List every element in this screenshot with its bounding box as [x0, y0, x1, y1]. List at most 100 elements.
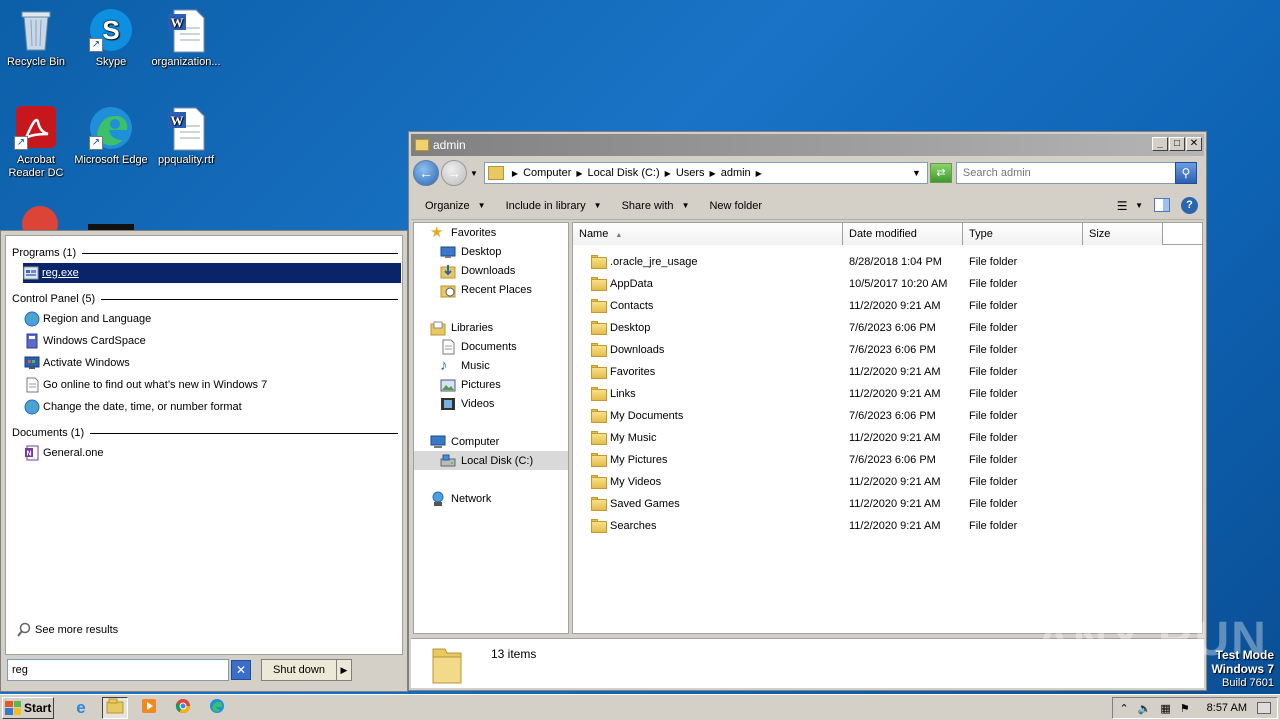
folder-icon — [415, 139, 429, 151]
table-row[interactable]: My Documents 7/6/2023 6:06 PM File folder — [573, 405, 1202, 427]
table-row[interactable]: Links 11/2/2020 9:21 AM File folder — [573, 383, 1202, 405]
show-desktop-button[interactable] — [1257, 702, 1271, 714]
start-button[interactable]: Start — [2, 696, 54, 719]
start-search-input[interactable] — [7, 659, 229, 681]
table-row[interactable]: Contacts 11/2/2020 9:21 AM File folder — [573, 295, 1202, 317]
result-item-cardspace[interactable]: Windows CardSpace — [24, 331, 402, 351]
section-header-label: Programs (1) — [12, 247, 77, 259]
column-header-name[interactable]: Name ▲ — [573, 223, 843, 245]
title-bar[interactable]: admin _ □ ✕ — [411, 134, 1204, 156]
column-header-type[interactable]: Type — [963, 223, 1083, 245]
desktop-icon-label: Skype — [95, 56, 127, 68]
nav-computer[interactable]: Computer — [430, 432, 499, 451]
back-button[interactable]: ← — [413, 160, 439, 186]
table-row[interactable]: Saved Games 11/2/2020 9:21 AM File folder — [573, 493, 1202, 515]
change-view-icon[interactable]: ☰ — [1113, 198, 1131, 214]
file-name-cell: My Videos — [573, 475, 843, 489]
column-header-size[interactable]: Size — [1083, 223, 1163, 245]
table-row[interactable]: .oracle_jre_usage 8/28/2018 1:04 PM File f… — [573, 251, 1202, 273]
nav-libraries[interactable]: Libraries — [430, 318, 493, 337]
clock[interactable]: 8:57 AM — [1207, 702, 1247, 714]
see-more-results-link[interactable]: See more results — [16, 622, 118, 638]
file-name: Downloads — [610, 344, 665, 356]
file-type: File folder — [969, 256, 1018, 268]
share-with-menu[interactable]: Share with ▼ — [616, 200, 696, 212]
result-item-whats-new[interactable]: Go online to find out what’s new in Wind… — [24, 375, 402, 395]
search-input[interactable] — [955, 162, 1176, 184]
nav-recent-places[interactable]: Recent Places — [440, 280, 532, 299]
chevron-down-icon[interactable]: ▼ — [912, 168, 921, 178]
desktop-icon-ppquality[interactable]: W ppquality.rtf — [148, 104, 224, 167]
breadcrumb-local-disk[interactable]: ▶ Local Disk (C:) — [576, 167, 659, 179]
breadcrumb-computer[interactable]: ▶ Computer — [512, 167, 571, 179]
table-row[interactable]: My Pictures 7/6/2023 6:06 PM File folder — [573, 449, 1202, 471]
desktop-icon-skype[interactable]: S ↗ Skype — [73, 6, 149, 69]
taskbar-internet-explorer[interactable]: e — [68, 697, 94, 719]
clear-search-button[interactable]: ✕ — [231, 660, 251, 680]
result-item-reg-exe[interactable]: reg.exe — [23, 263, 401, 283]
help-icon[interactable]: ? — [1181, 197, 1198, 214]
action-center-flag-icon[interactable]: ⚑ — [1180, 702, 1190, 715]
refresh-button[interactable]: ⇄ — [929, 163, 952, 183]
desktop-icon-edge[interactable]: ↗ Microsoft Edge — [73, 104, 149, 167]
forward-button[interactable]: → — [441, 160, 467, 186]
close-button[interactable]: ✕ — [1186, 137, 1202, 151]
nav-videos[interactable]: Videos — [440, 394, 494, 413]
column-header-date[interactable]: Date modified — [843, 223, 963, 245]
address-bar[interactable]: ▶ Computer ▶ Local Disk (C:) ▶ Users ▶ admin… — [483, 162, 928, 184]
taskbar-media-player[interactable] — [136, 697, 162, 719]
organize-menu[interactable]: Organize ▼ — [419, 200, 492, 212]
recent-pages-dropdown-icon[interactable]: ▼ — [470, 169, 478, 178]
chevron-down-icon: ▼ — [477, 201, 486, 210]
show-hidden-icons-chevron-icon[interactable]: ⌃ — [1119, 702, 1128, 715]
maximize-button[interactable]: □ — [1169, 137, 1185, 151]
table-row[interactable]: Desktop 7/6/2023 6:06 PM File folder — [573, 317, 1202, 339]
table-row[interactable]: My Music 11/2/2020 9:21 AM File folder — [573, 427, 1202, 449]
taskbar: Start e ⌃ 🔈 ▦ ⚑ 8:57 AM — [0, 694, 1280, 720]
file-name: My Videos — [610, 476, 662, 488]
preview-pane-icon[interactable] — [1153, 197, 1171, 214]
taskbar-chrome[interactable] — [170, 697, 196, 719]
minimize-button[interactable]: _ — [1152, 137, 1168, 151]
volume-icon[interactable]: 🔈 — [1138, 702, 1152, 715]
nav-favorites[interactable]: ★ Favorites — [430, 223, 496, 242]
result-item-change-date-format[interactable]: Change the date, time, or number format — [24, 397, 402, 417]
nav-pictures[interactable]: Pictures — [440, 375, 501, 394]
shutdown-options-arrow-icon[interactable]: ▶ — [337, 660, 351, 680]
edge-icon — [209, 698, 225, 717]
breadcrumb-users[interactable]: ▶ Users — [665, 167, 705, 179]
table-row[interactable]: AppData 10/5/2017 10:20 AM File folder — [573, 273, 1202, 295]
desktop-icon-recycle-bin[interactable]: Recycle Bin — [0, 6, 74, 69]
activate-windows-icon — [24, 355, 40, 371]
magnifier-icon — [16, 622, 32, 638]
result-item-activate-windows[interactable]: Activate Windows — [24, 353, 402, 373]
nav-desktop[interactable]: Desktop — [440, 242, 501, 261]
taskbar-edge[interactable] — [204, 697, 230, 719]
shutdown-button[interactable]: Shut down — [262, 660, 337, 680]
table-row[interactable]: Searches 11/2/2020 9:21 AM File folder — [573, 515, 1202, 537]
taskbar-explorer[interactable] — [102, 696, 128, 719]
breadcrumb-more[interactable]: ▶ — [756, 169, 767, 178]
new-folder-button[interactable]: New folder — [703, 200, 768, 212]
nav-network[interactable]: Network — [430, 489, 491, 508]
desktop-icon-acrobat[interactable]: ↗ Acrobat Reader DC — [0, 104, 74, 180]
network-status-icon[interactable]: ▦ — [1160, 702, 1170, 715]
table-row[interactable]: Favorites 11/2/2020 9:21 AM File folder — [573, 361, 1202, 383]
folder-icon — [591, 343, 607, 357]
nav-documents[interactable]: Documents — [440, 337, 517, 356]
include-in-library-menu[interactable]: Include in library ▼ — [500, 200, 608, 212]
search-button[interactable]: ⚲ — [1174, 162, 1197, 184]
table-row[interactable]: My Videos 11/2/2020 9:21 AM File folder — [573, 471, 1202, 493]
computer-icon — [430, 434, 446, 450]
desktop-icon-organization-doc[interactable]: W organization... — [148, 6, 224, 69]
windows-version-line: Windows 7 — [1211, 662, 1274, 676]
nav-local-disk[interactable]: Local Disk (C:) — [414, 451, 568, 470]
result-item-region-language[interactable]: Region and Language — [24, 309, 402, 329]
star-icon: ★ — [430, 223, 444, 241]
nav-music[interactable]: ♪ Music — [440, 356, 490, 375]
nav-downloads[interactable]: Downloads — [440, 261, 515, 280]
table-row[interactable]: Downloads 7/6/2023 6:06 PM File folder — [573, 339, 1202, 361]
result-item-general-one[interactable]: N General.one — [24, 443, 402, 463]
breadcrumb-admin[interactable]: ▶ admin — [710, 167, 751, 179]
view-options-chevron-icon[interactable]: ▼ — [1135, 201, 1143, 210]
